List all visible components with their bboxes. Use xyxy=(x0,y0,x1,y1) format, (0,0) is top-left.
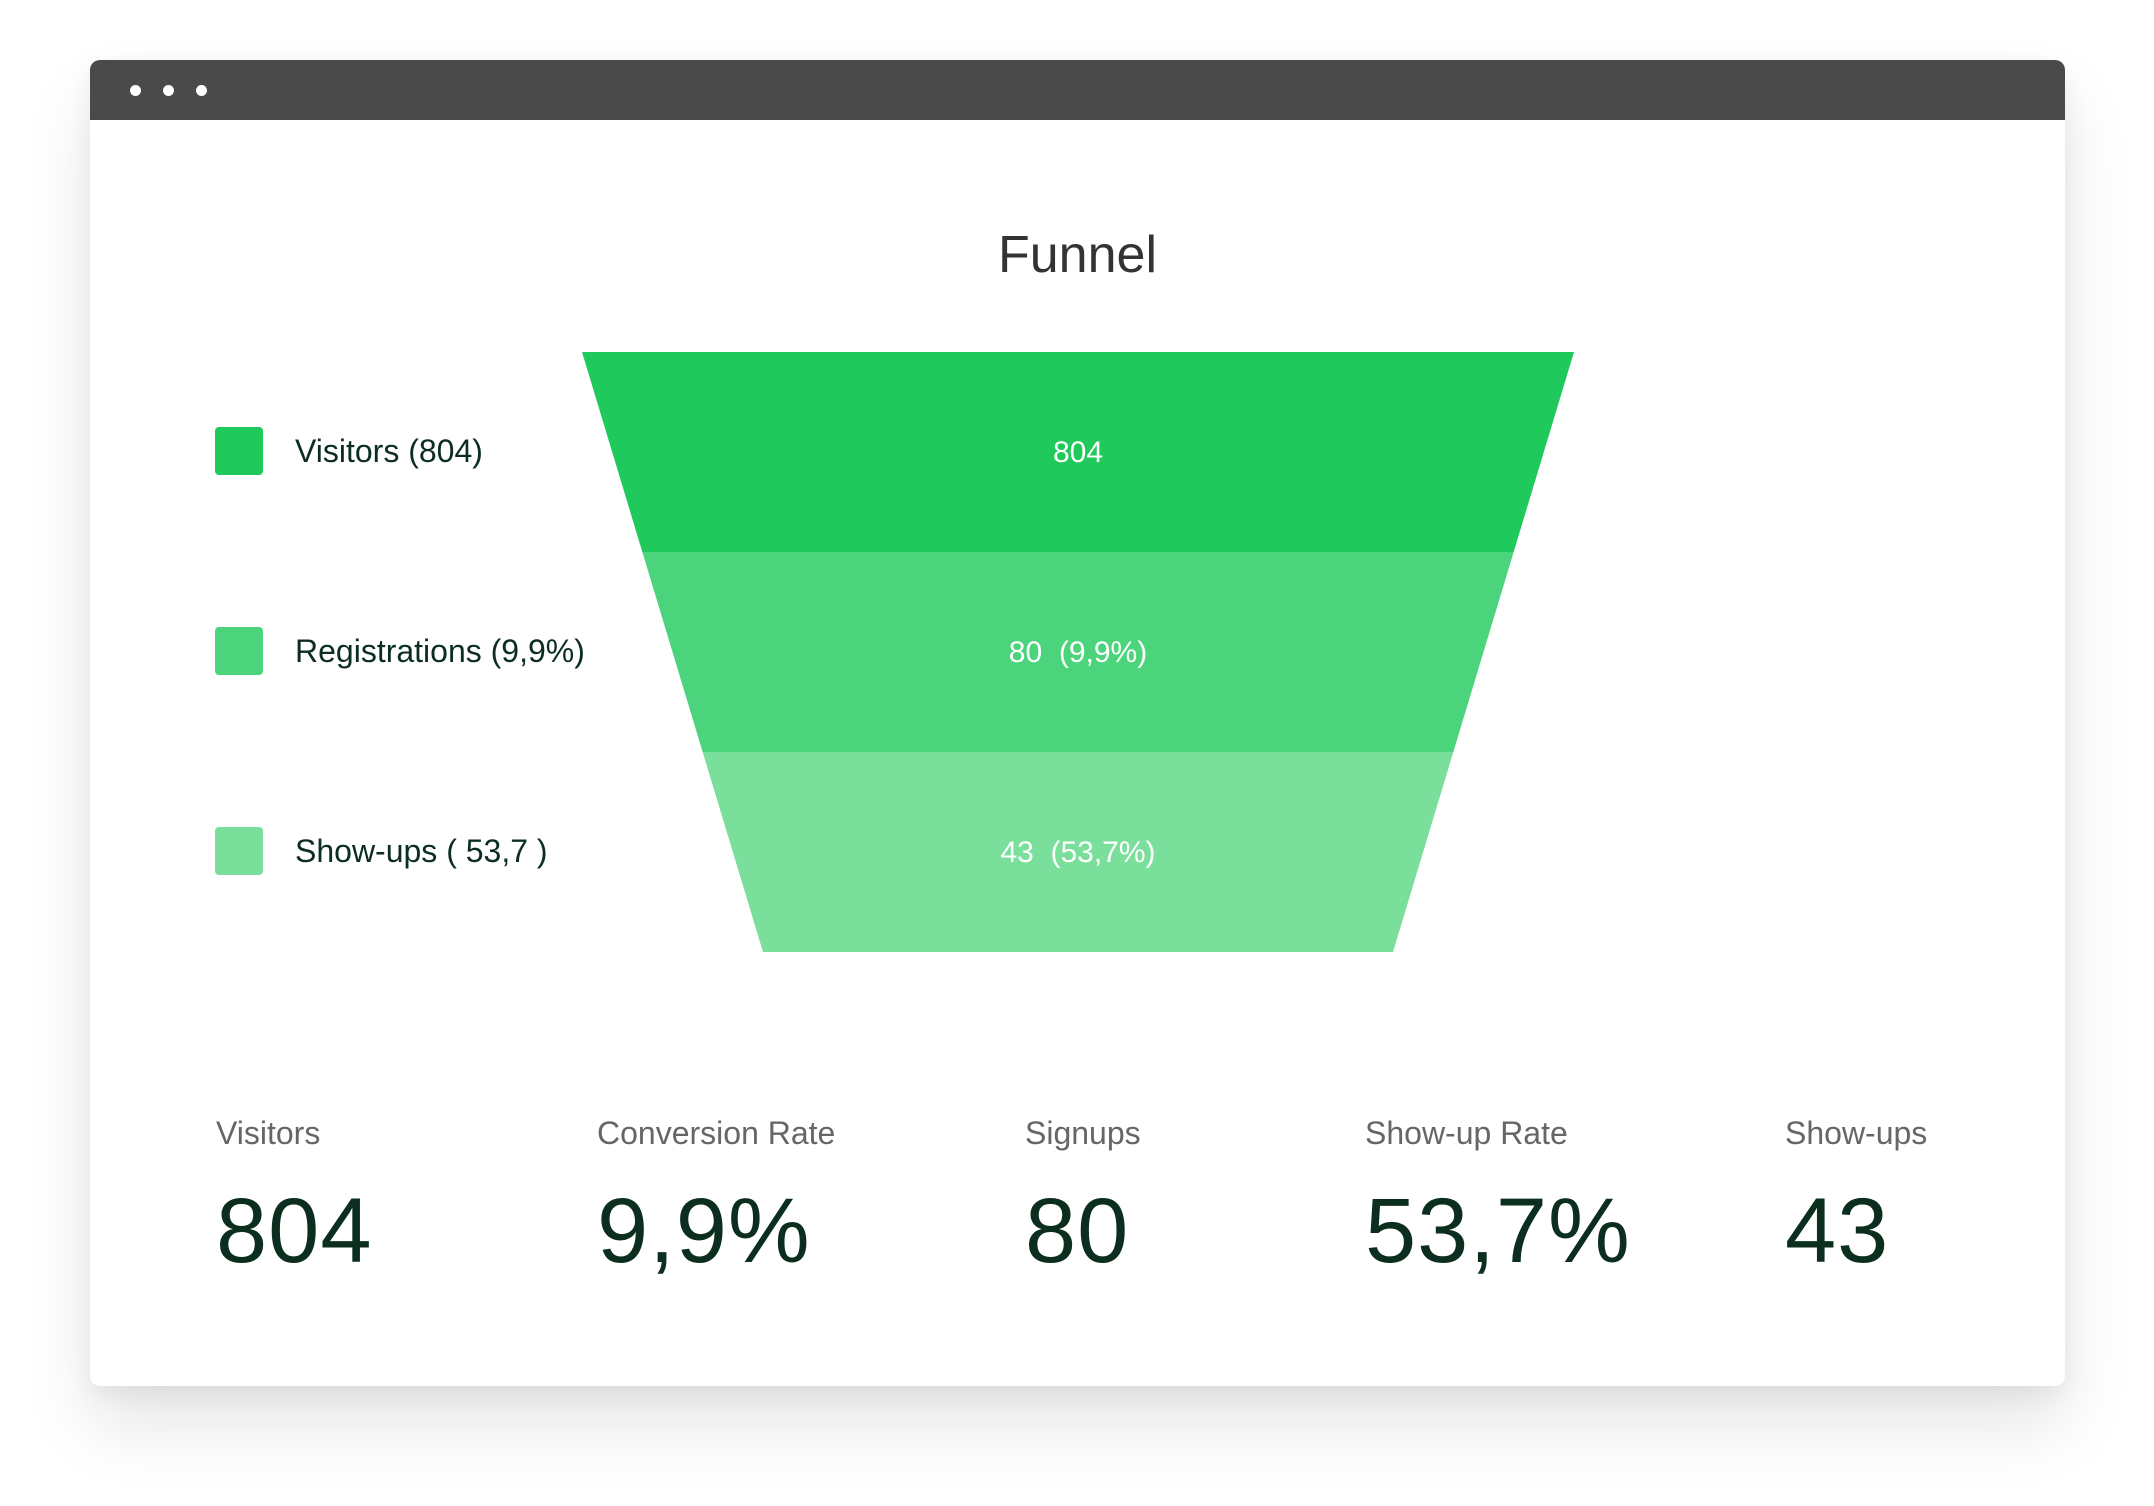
stat-show-ups: Show-ups 43 xyxy=(1785,1115,1927,1284)
stat-signups: Signups 80 xyxy=(1025,1115,1141,1284)
stat-label: Signups xyxy=(1025,1115,1141,1151)
stat-visitors: Visitors 804 xyxy=(216,1115,373,1284)
stat-label: Show-ups xyxy=(1785,1115,1928,1151)
funnel-label-show-ups: 43 (53,7%) xyxy=(1000,836,1155,869)
stat-label: Visitors xyxy=(216,1115,321,1151)
stat-show-up-rate: Show-up Rate 53,7% xyxy=(1365,1115,1631,1284)
browser-window: Funnel Visitors (804) Registrations (9,9… xyxy=(90,60,2065,1386)
funnel-chart: 804 80 (9,9%) 43 (53,7%) xyxy=(582,352,1574,952)
funnel-label-registrations: 80 (9,9%) xyxy=(1009,636,1147,669)
stat-label: Show-up Rate xyxy=(1365,1115,1568,1151)
stat-value: 53,7% xyxy=(1365,1180,1631,1282)
stat-label: Conversion Rate xyxy=(597,1115,836,1151)
stat-value: 80 xyxy=(1025,1180,1130,1282)
stat-value: 43 xyxy=(1785,1180,1890,1282)
stat-value: 9,9% xyxy=(597,1180,811,1282)
stat-value: 804 xyxy=(216,1180,373,1282)
stat-conversion-rate: Conversion Rate 9,9% xyxy=(597,1115,835,1284)
funnel-label-visitors: 804 xyxy=(1053,436,1103,469)
